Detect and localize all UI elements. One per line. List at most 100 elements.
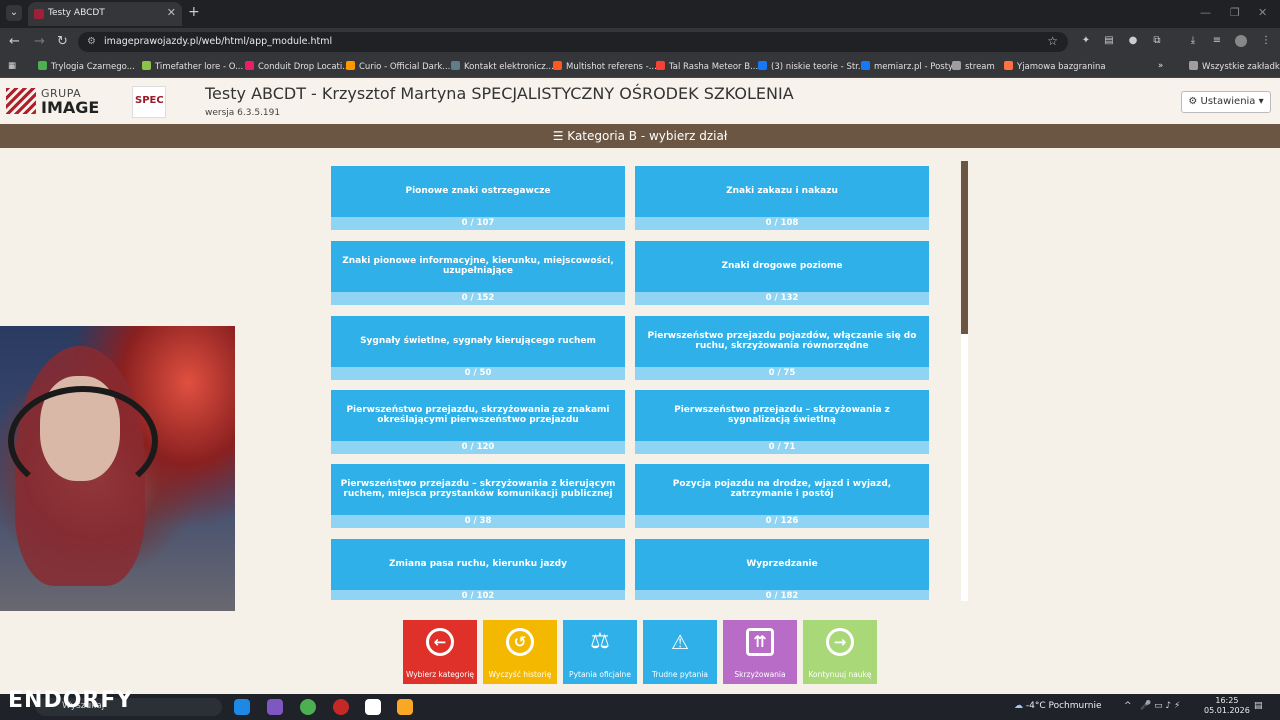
reading-list-icon[interactable]: ≡ [1211, 35, 1223, 47]
hard-questions-button[interactable]: ⚠ Trudne pytania [643, 620, 717, 684]
browser-tab-bar: ⌄ Testy ABCDT ✕ + — ❐ ✕ [0, 0, 1280, 28]
url-text: imageprawojazdy.pl/web/html/app_module.h… [104, 36, 333, 47]
minimize-icon[interactable]: — [1200, 6, 1211, 19]
weather-widget[interactable]: ☁ -4°C Pochmurnie [1014, 701, 1102, 711]
section-label: Wyprzedzanie [746, 559, 818, 569]
bookmark-favicon [142, 61, 151, 70]
taskbar-clock[interactable]: 16:25 05.01.2026 [1204, 696, 1250, 716]
endorfy-logo: ENDORFY [8, 688, 134, 713]
section-tile[interactable]: Znaki pionowe informacyjne, kierunku, mi… [331, 241, 625, 305]
bookmark-star-icon[interactable]: ☆ [1047, 34, 1058, 48]
choose-category-button[interactable]: ← Wybierz kategorię [403, 620, 477, 684]
bookmark-item[interactable]: Curio - Official Dark... [346, 61, 450, 72]
section-grid: Pionowe znaki ostrzegawcze 0 / 107 Znaki … [331, 166, 929, 600]
bookmark-item[interactable]: Trylogia Czarnego... [38, 61, 135, 72]
tab-close-icon[interactable]: ✕ [167, 6, 176, 19]
section-tile[interactable]: Pierwszeństwo przejazdu – skrzyżowania z… [331, 464, 625, 528]
close-window-icon[interactable]: ✕ [1258, 6, 1267, 19]
maximize-icon[interactable]: ❐ [1230, 6, 1240, 19]
address-input[interactable]: ⚙ imageprawojazdy.pl/web/html/app_module… [78, 32, 1068, 52]
section-tile[interactable]: Pozycja pojazdu na drodze, wjazd i wyjaz… [635, 464, 929, 528]
bookmark-item[interactable]: memiarz.pl - Posty [861, 61, 953, 72]
taskbar-app-icon[interactable] [365, 699, 381, 715]
file-explorer-icon[interactable] [397, 699, 413, 715]
bookmark-item[interactable]: Kontakt elektronicz... [451, 61, 554, 72]
bookmark-folder[interactable]: stream [952, 61, 995, 72]
scrollbar-thumb[interactable] [961, 161, 968, 334]
headset [8, 386, 158, 496]
all-bookmarks-folder[interactable]: Wszystkie zakładki [1189, 61, 1280, 72]
section-label: Znaki zakazu i nakazu [726, 186, 838, 196]
apps-grid-icon[interactable]: ▦ [8, 61, 16, 71]
bookmark-item[interactable]: Multishot referens -... [553, 61, 657, 72]
section-label: Pierwszeństwo przejazdu pojazdów, włącza… [647, 331, 917, 351]
bookmark-item[interactable]: Conduit Drop Locati... [245, 61, 350, 72]
section-tile[interactable]: Znaki zakazu i nakazu 0 / 108 [635, 166, 929, 230]
section-progress: 0 / 102 [331, 590, 625, 600]
section-tile[interactable]: Pierwszeństwo przejazdu, skrzyżowania ze… [331, 390, 625, 454]
section-tile[interactable]: Pierwszeństwo przejazdu – skrzyżowania z… [635, 390, 929, 454]
extensions-puzzle-icon[interactable]: ⧉ [1151, 35, 1163, 47]
settings-button[interactable]: ⚙ Ustawienia ▾ [1181, 91, 1271, 113]
more-bookmarks-icon[interactable]: » [1158, 61, 1163, 71]
bookmark-favicon [553, 61, 562, 70]
tab-title: Testy ABCDT [48, 8, 105, 18]
section-tile[interactable]: Znaki drogowe poziome 0 / 132 [635, 241, 929, 305]
bookmark-item[interactable]: (3) niskie teorie - Str... [758, 61, 866, 72]
intersections-button[interactable]: ⇈ Skrzyżowania [723, 620, 797, 684]
gavel-icon: ⚖ [590, 629, 610, 654]
section-tile[interactable]: Pionowe znaki ostrzegawcze 0 / 107 [331, 166, 625, 230]
section-progress: 0 / 152 [331, 292, 625, 305]
bookmark-item[interactable]: Timefather lore - O... [142, 61, 243, 72]
reload-icon[interactable]: ↻ [57, 34, 68, 49]
taskbar-app-icon[interactable] [234, 699, 250, 715]
continue-learning-button[interactable]: → Kontynuuj naukę [803, 620, 877, 684]
version-label: wersja 6.3.5.191 [205, 108, 281, 118]
extension-icon[interactable]: ✦ [1080, 35, 1092, 47]
download-icon[interactable]: ⤓ [1187, 35, 1199, 47]
taskbar-app-icon[interactable] [267, 699, 283, 715]
section-label: Pierwszeństwo przejazdu – skrzyżowania z… [674, 405, 890, 425]
tray-icons[interactable]: 🎤 ▭ ♪ ⚡ [1140, 701, 1180, 711]
section-tile[interactable]: Zmiana pasa ruchu, kierunku jazdy 0 / 102 [331, 539, 625, 600]
section-progress: 0 / 120 [331, 441, 625, 454]
tab-search-icon[interactable]: ⌄ [6, 5, 22, 21]
section-progress: 0 / 71 [635, 441, 929, 454]
section-tile[interactable]: Sygnały świetlne, sygnały kierującego ru… [331, 316, 625, 380]
taskbar-app-icon[interactable] [333, 699, 349, 715]
chrome-icon[interactable] [300, 699, 316, 715]
site-info-icon[interactable]: ⚙ [87, 36, 96, 47]
warning-icon: ⚠ [671, 630, 689, 654]
road-icon: ⇈ [746, 628, 774, 656]
official-questions-button[interactable]: ⚖ Pytania oficjalne [563, 620, 637, 684]
address-bar-row: ← → ↻ ⚙ imageprawojazdy.pl/web/html/app_… [0, 28, 1280, 56]
history-icon: ↺ [506, 628, 534, 656]
bookmark-favicon [38, 61, 47, 70]
bookmark-favicon [245, 61, 254, 70]
forward-icon[interactable]: → [34, 34, 45, 49]
new-tab-icon[interactable]: + [188, 4, 200, 20]
browser-menu-icon[interactable]: ⋮ [1260, 35, 1272, 47]
section-label: Znaki drogowe poziome [721, 261, 843, 271]
extension-icon[interactable]: ● [1127, 35, 1139, 47]
arrow-left-circle-icon: ← [426, 628, 454, 656]
back-icon[interactable]: ← [9, 34, 20, 49]
section-progress: 0 / 126 [635, 515, 929, 528]
extension-icon[interactable]: ▤ [1103, 35, 1115, 47]
folder-icon [952, 61, 961, 70]
scrollbar[interactable] [961, 161, 968, 601]
section-progress: 0 / 50 [331, 367, 625, 380]
section-progress: 0 / 75 [635, 367, 929, 380]
browser-tab[interactable]: Testy ABCDT ✕ [28, 2, 182, 26]
bookmark-favicon [656, 61, 665, 70]
clear-history-button[interactable]: ↺ Wyczyść historię [483, 620, 557, 684]
bookmark-item[interactable]: Yjamowa bazgranina [1004, 61, 1106, 72]
section-label: Sygnały świetlne, sygnały kierującego ru… [360, 336, 596, 346]
notification-icon[interactable]: ▤ [1254, 701, 1263, 711]
profile-avatar[interactable] [1235, 35, 1247, 47]
bookmark-favicon [346, 61, 355, 70]
bookmark-item[interactable]: Tal Rasha Meteor B... [656, 61, 758, 72]
tray-chevron-icon[interactable]: ^ [1124, 701, 1132, 711]
section-tile[interactable]: Pierwszeństwo przejazdu pojazdów, włącza… [635, 316, 929, 380]
section-tile[interactable]: Wyprzedzanie 0 / 182 [635, 539, 929, 600]
